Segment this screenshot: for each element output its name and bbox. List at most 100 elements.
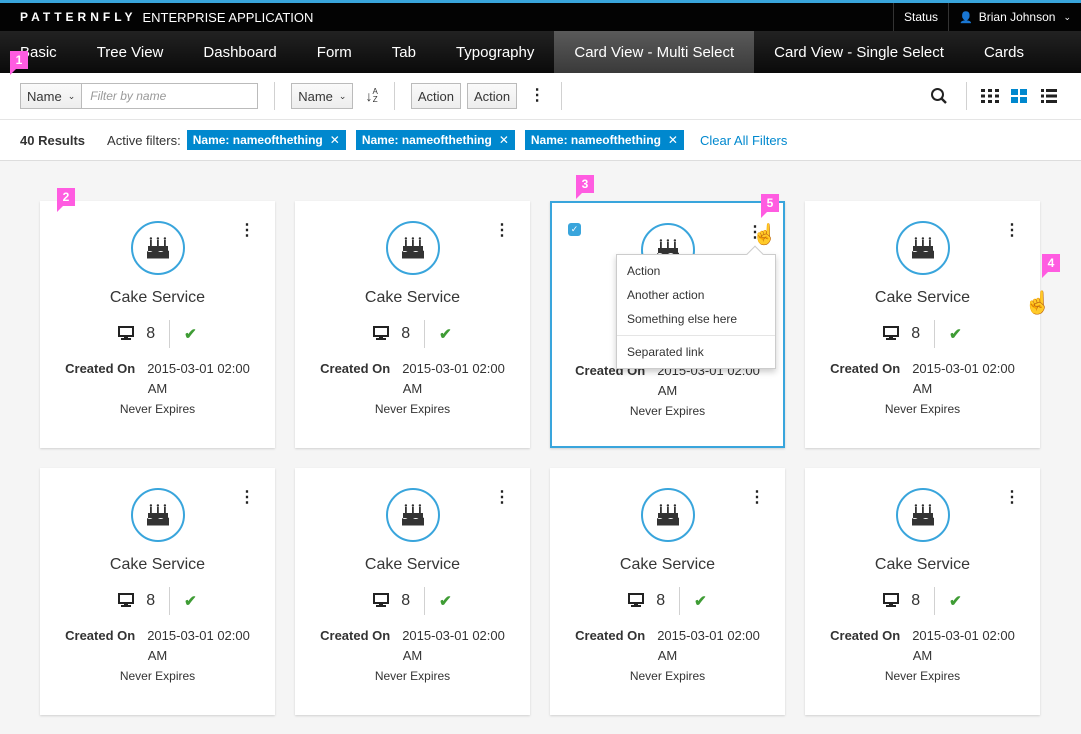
user-menu[interactable]: 👤 Brian Johnson ⌄ [948, 3, 1081, 31]
card-title[interactable]: Cake Service [40, 556, 275, 574]
close-icon[interactable]: ✕ [330, 133, 340, 147]
masthead: PATTERNFLY ENTERPRISE APPLICATION Status… [0, 3, 1081, 31]
kebab-icon[interactable]: ⋮ [1004, 490, 1020, 506]
action-button-2[interactable]: Action [466, 83, 518, 109]
created-suffix: AM [147, 381, 168, 396]
card[interactable]: ⋮ Cake Service 8 ✔ Created On 2015-03-01 02:0… [550, 468, 785, 715]
click-hand-icon: ☝ [752, 224, 777, 246]
created-label: Created On [320, 628, 391, 643]
menu-item-action[interactable]: Action [617, 259, 775, 283]
card-title[interactable]: Cake Service [295, 556, 530, 574]
nav-item-dashboard[interactable]: Dashboard [183, 31, 296, 73]
nav-item-tab[interactable]: Tab [372, 31, 436, 73]
created-suffix: AM [657, 648, 678, 663]
status-label: Status [904, 10, 939, 24]
created-label: Created On [830, 361, 901, 376]
divider [274, 82, 276, 110]
filter-chip-label: Name: nameofthething [361, 133, 492, 147]
divider [934, 320, 936, 348]
sort-alpha-asc-icon[interactable]: ↓ A Z [365, 88, 377, 105]
small-card-view-icon[interactable] [981, 89, 999, 103]
chevron-down-icon: ⌄ [338, 90, 347, 101]
created-label: Created On [65, 361, 136, 376]
pointer-hand-icon: ☝ [1024, 290, 1052, 315]
created-suffix: AM [657, 383, 678, 398]
card[interactable]: ⋮ Cake Service 8 ✔ Created On 2015-03-01 02:0… [40, 201, 275, 448]
large-card-view-icon[interactable] [1011, 89, 1027, 103]
brand-logo: PATTERNFLY [20, 10, 137, 24]
created-value: 2015-03-01 02:00 [402, 361, 505, 376]
kebab-icon[interactable]: ⋮ [1004, 223, 1020, 239]
card-actions-menu: Action Another action Something else her… [616, 245, 776, 369]
kebab-icon[interactable]: ⋮ [749, 490, 765, 506]
action-button-1[interactable]: Action [410, 83, 461, 109]
nav-item-card-view-multi-select[interactable]: Card View - Multi Select [554, 31, 755, 73]
kebab-icon[interactable]: ⋮ [529, 88, 545, 104]
search-icon[interactable] [930, 87, 948, 105]
card[interactable]: ⋮ Cake Service 8 ✔ Created On 2015-03-01 02:0… [295, 468, 530, 715]
card-stats: 8✔ [805, 319, 1040, 349]
card-title[interactable]: Cake Service [295, 289, 530, 307]
filter-chip: Name: nameofthething ✕ [186, 130, 346, 150]
app-window: PATTERNFLY ENTERPRISE APPLICATION Status… [0, 0, 1081, 734]
created-suffix: AM [402, 648, 423, 663]
close-icon[interactable]: ✕ [668, 133, 678, 147]
card-checkbox[interactable]: ✓ [568, 223, 581, 236]
kebab-icon[interactable]: ⋮ [494, 490, 510, 506]
nav-item-tree-view[interactable]: Tree View [77, 31, 184, 73]
cake-icon [385, 488, 440, 542]
callout-2: 2 [57, 188, 75, 212]
expiry-text: Never Expires [119, 669, 196, 683]
card-stats: 8✔ [40, 586, 275, 616]
card-title[interactable]: Cake Service [40, 289, 275, 307]
menu-item-separated-link[interactable]: Separated link [617, 340, 775, 364]
nav-item-cards[interactable]: Cards [964, 31, 1044, 73]
created-value: 2015-03-01 02:00 [147, 628, 250, 643]
nav-item-typography[interactable]: Typography [436, 31, 554, 73]
ok-status-icon: ✔ [949, 593, 962, 610]
card[interactable]: ⋮ Cake Service 8 ✔ Created On 2015-03-01 02:0… [40, 468, 275, 715]
user-name: Brian Johnson [978, 10, 1056, 24]
created-value: 2015-03-01 02:00 [912, 628, 1015, 643]
expiry-text: Never Expires [884, 669, 961, 683]
status-link[interactable]: Status [893, 3, 948, 31]
divider [934, 587, 936, 615]
toolbar: Name ⌄ Filter by name Name ⌄ ↓ A Z Action Ac… [0, 73, 1081, 119]
monitor-icon [118, 325, 135, 343]
expiry-text: Never Expires [374, 669, 451, 683]
created-label: Created On [575, 628, 646, 643]
menu-divider [617, 335, 775, 336]
filter-input[interactable]: Filter by name [82, 83, 259, 109]
card-title[interactable]: Cake Service [550, 556, 785, 574]
created-value: 2015-03-01 02:00 [657, 628, 760, 643]
card[interactable]: ⋮ Cake Service 8 ✔ Created On 2015-03-01 02:0… [295, 201, 530, 448]
card[interactable]: ⋮ Cake Service 8 ✔ Created On 2015-03-01 02:0… [805, 468, 1040, 715]
active-filters-label: Active filters: [107, 132, 181, 148]
menu-item-another-action[interactable]: Another action [617, 283, 775, 307]
filter-chip: Name: nameofthething ✕ [524, 130, 684, 150]
card-title[interactable]: Cake Service [805, 556, 1040, 574]
card[interactable]: ⋮ Cake Service 8 ✔ Created On 2015-03-01 02:0… [805, 201, 1040, 448]
sort-field-dropdown[interactable]: Name ⌄ [291, 83, 354, 109]
nav-item-card-view-single-select[interactable]: Card View - Single Select [754, 31, 964, 73]
menu-item-something-else[interactable]: Something else here [617, 307, 775, 331]
list-view-icon[interactable] [1041, 89, 1057, 103]
filter-field-dropdown[interactable]: Name ⌄ [20, 83, 83, 109]
expiry-text: Never Expires [629, 404, 706, 418]
nav-item-form[interactable]: Form [297, 31, 372, 73]
monitor-icon [883, 325, 900, 343]
created-on: Created On 2015-03-01 02:00 AM [805, 359, 1040, 399]
monitor-icon [883, 592, 900, 610]
card-title[interactable]: Cake Service [805, 289, 1040, 307]
kebab-icon[interactable]: ⋮ [239, 490, 255, 506]
close-icon[interactable]: ✕ [499, 133, 509, 147]
kebab-icon[interactable]: ⋮ [239, 223, 255, 239]
kebab-icon[interactable]: ⋮ [494, 223, 510, 239]
created-on: Created On 2015-03-01 02:00 AM [295, 626, 530, 666]
clear-all-filters-link[interactable]: Clear All Filters [700, 133, 787, 148]
card-stats: 8✔ [295, 586, 530, 616]
divider [393, 82, 395, 110]
filter-results-bar: 40 Results Active filters: Name: nameoft… [0, 119, 1081, 161]
sort-field-label: Name [298, 88, 333, 104]
brand[interactable]: PATTERNFLY ENTERPRISE APPLICATION [0, 3, 893, 31]
